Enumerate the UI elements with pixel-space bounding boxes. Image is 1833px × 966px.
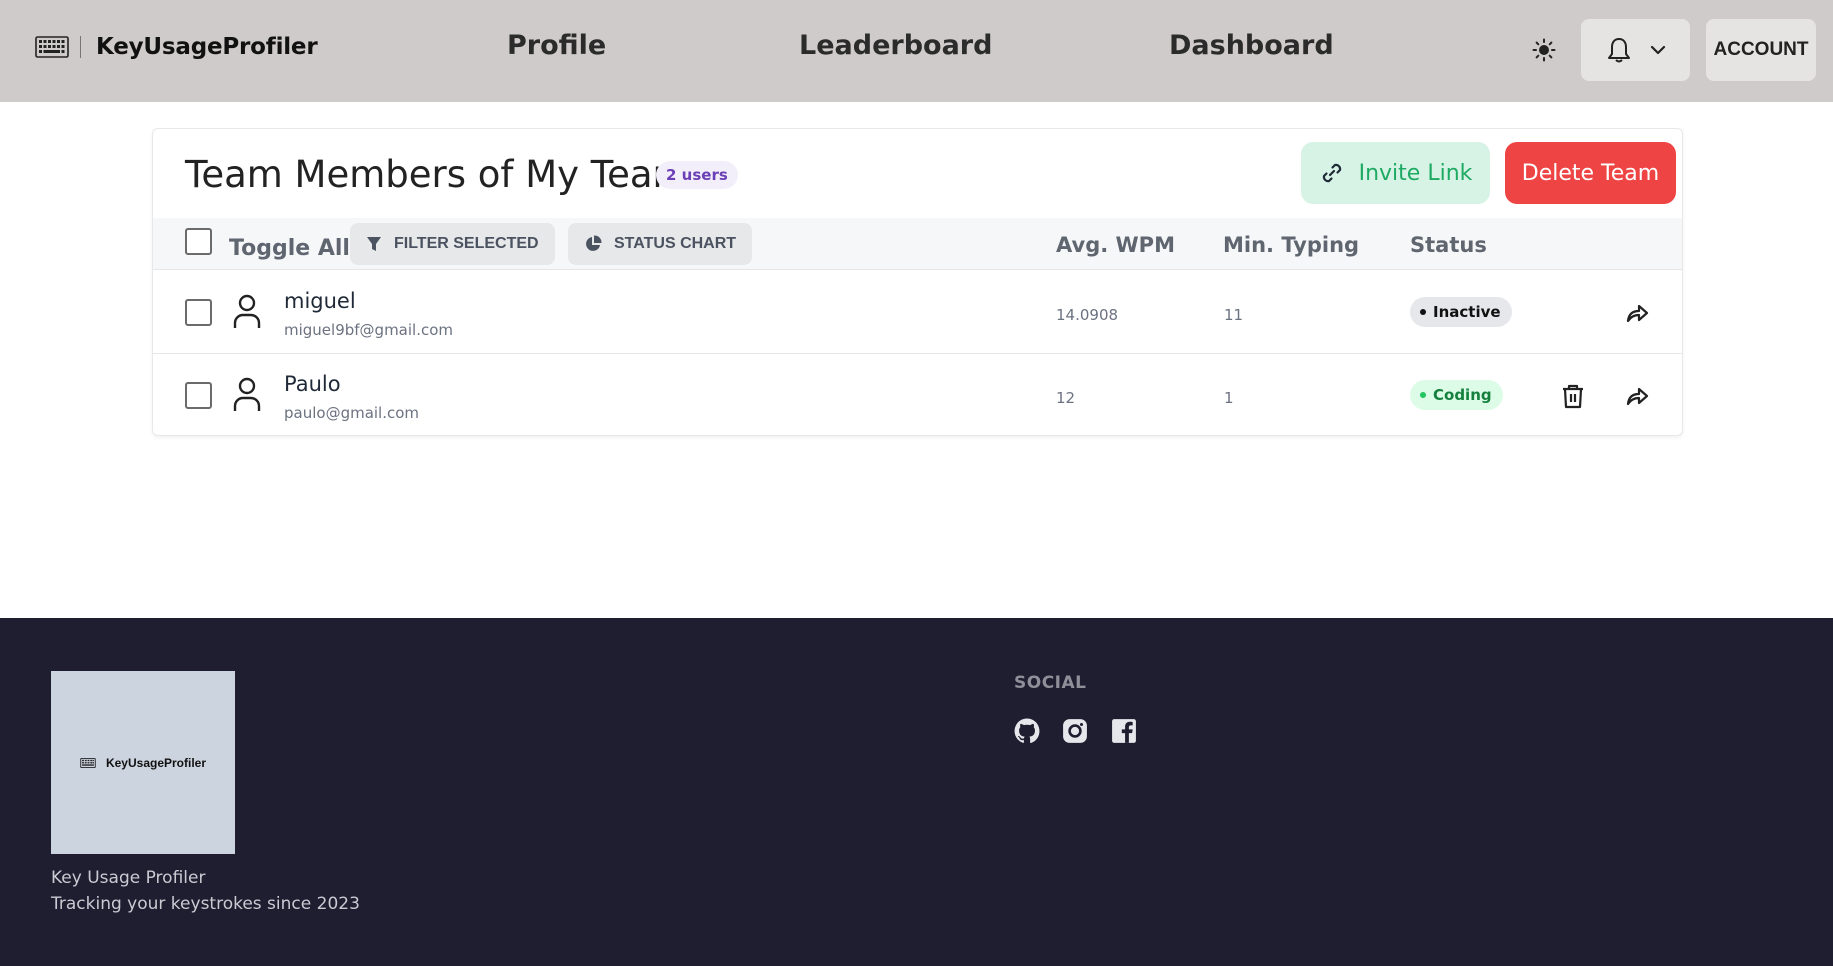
page-title: Team Members of My Team — [185, 153, 689, 196]
nav-link-profile[interactable]: Profile — [507, 30, 606, 61]
nav-link-dashboard[interactable]: Dashboard — [1169, 30, 1334, 61]
toggle-all-label: Toggle All — [229, 236, 350, 261]
member-wpm: 14.0908 — [1056, 306, 1119, 324]
column-header-status: Status — [1410, 233, 1487, 257]
chevron-down-icon — [1650, 45, 1665, 55]
member-name: Paulo — [284, 372, 341, 396]
toggle-all-checkbox[interactable] — [185, 228, 212, 255]
account-button[interactable]: ACCOUNT — [1706, 19, 1816, 81]
member-email: miguel9bf@gmail.com — [284, 321, 454, 339]
column-header-wpm: Avg. WPM — [1056, 233, 1175, 257]
trash-icon[interactable] — [1560, 383, 1586, 409]
sun-icon[interactable] — [1532, 38, 1556, 62]
footer-tagline-title: Key Usage Profiler — [51, 868, 206, 888]
invite-link-button[interactable]: Invite Link — [1301, 142, 1490, 204]
status-chart-label: STATUS CHART — [614, 235, 737, 252]
keyboard-icon — [80, 757, 96, 768]
share-icon[interactable] — [1624, 300, 1650, 326]
link-icon — [1322, 163, 1341, 183]
github-icon[interactable] — [1014, 718, 1040, 744]
instagram-icon[interactable] — [1062, 718, 1088, 744]
filter-selected-button[interactable]: FILTER SELECTED — [350, 223, 555, 265]
brand-divider — [80, 36, 81, 58]
status-label: Coding — [1433, 386, 1492, 404]
footer-logo-text: KeyUsageProfiler — [105, 755, 207, 770]
column-header-typing: Min. Typing — [1223, 233, 1360, 257]
footer-tagline-subtitle: Tracking your keystrokes since 2023 — [51, 894, 360, 914]
brand[interactable]: KeyUsageProfiler — [35, 34, 318, 60]
notifications-button[interactable] — [1581, 19, 1690, 81]
bell-icon — [1607, 38, 1630, 63]
status-dot — [1420, 392, 1426, 398]
member-name: miguel — [284, 289, 356, 313]
keyboard-icon — [35, 36, 69, 58]
nav-link-leaderboard[interactable]: Leaderboard — [799, 30, 992, 61]
status-label: Inactive — [1433, 303, 1501, 321]
status-chart-button[interactable]: STATUS CHART — [568, 223, 753, 265]
footer: KeyUsageProfiler Key Usage Profiler Trac… — [0, 618, 1833, 966]
member-typing-minutes: 11 — [1224, 306, 1244, 324]
table-row: Paulo paulo@gmail.com 12 1 Coding — [153, 354, 1682, 437]
row-checkbox[interactable] — [185, 382, 212, 409]
delete-team-button[interactable]: Delete Team — [1505, 142, 1676, 204]
footer-logo: KeyUsageProfiler — [51, 671, 235, 854]
share-icon[interactable] — [1624, 383, 1650, 409]
social-heading: SOCIAL — [1014, 673, 1087, 693]
row-checkbox[interactable] — [185, 299, 212, 326]
status-dot — [1420, 309, 1426, 315]
status-badge: Coding — [1410, 380, 1503, 410]
status-badge: Inactive — [1410, 297, 1512, 327]
member-wpm: 12 — [1056, 389, 1076, 407]
filter-selected-label: FILTER SELECTED — [394, 235, 539, 252]
brand-name: KeyUsageProfiler — [96, 34, 318, 60]
table-header: Toggle All FILTER SELECTED STATUS CHART … — [153, 218, 1682, 270]
filter-icon — [367, 237, 381, 251]
facebook-icon[interactable] — [1111, 718, 1137, 744]
invite-link-label: Invite Link — [1358, 160, 1473, 186]
member-email: paulo@gmail.com — [284, 404, 420, 422]
team-members-card: Team Members of My Team 2 users Invite L… — [152, 128, 1683, 436]
table-row: miguel miguel9bf@gmail.com 14.0908 11 In… — [153, 271, 1682, 354]
pie-chart-icon — [586, 235, 602, 251]
user-icon — [233, 377, 261, 411]
user-count-badge: 2 users — [656, 161, 738, 189]
navbar: KeyUsageProfiler Profile Leaderboard Das… — [0, 0, 1833, 102]
member-typing-minutes: 1 — [1224, 389, 1234, 407]
user-icon — [233, 294, 261, 328]
